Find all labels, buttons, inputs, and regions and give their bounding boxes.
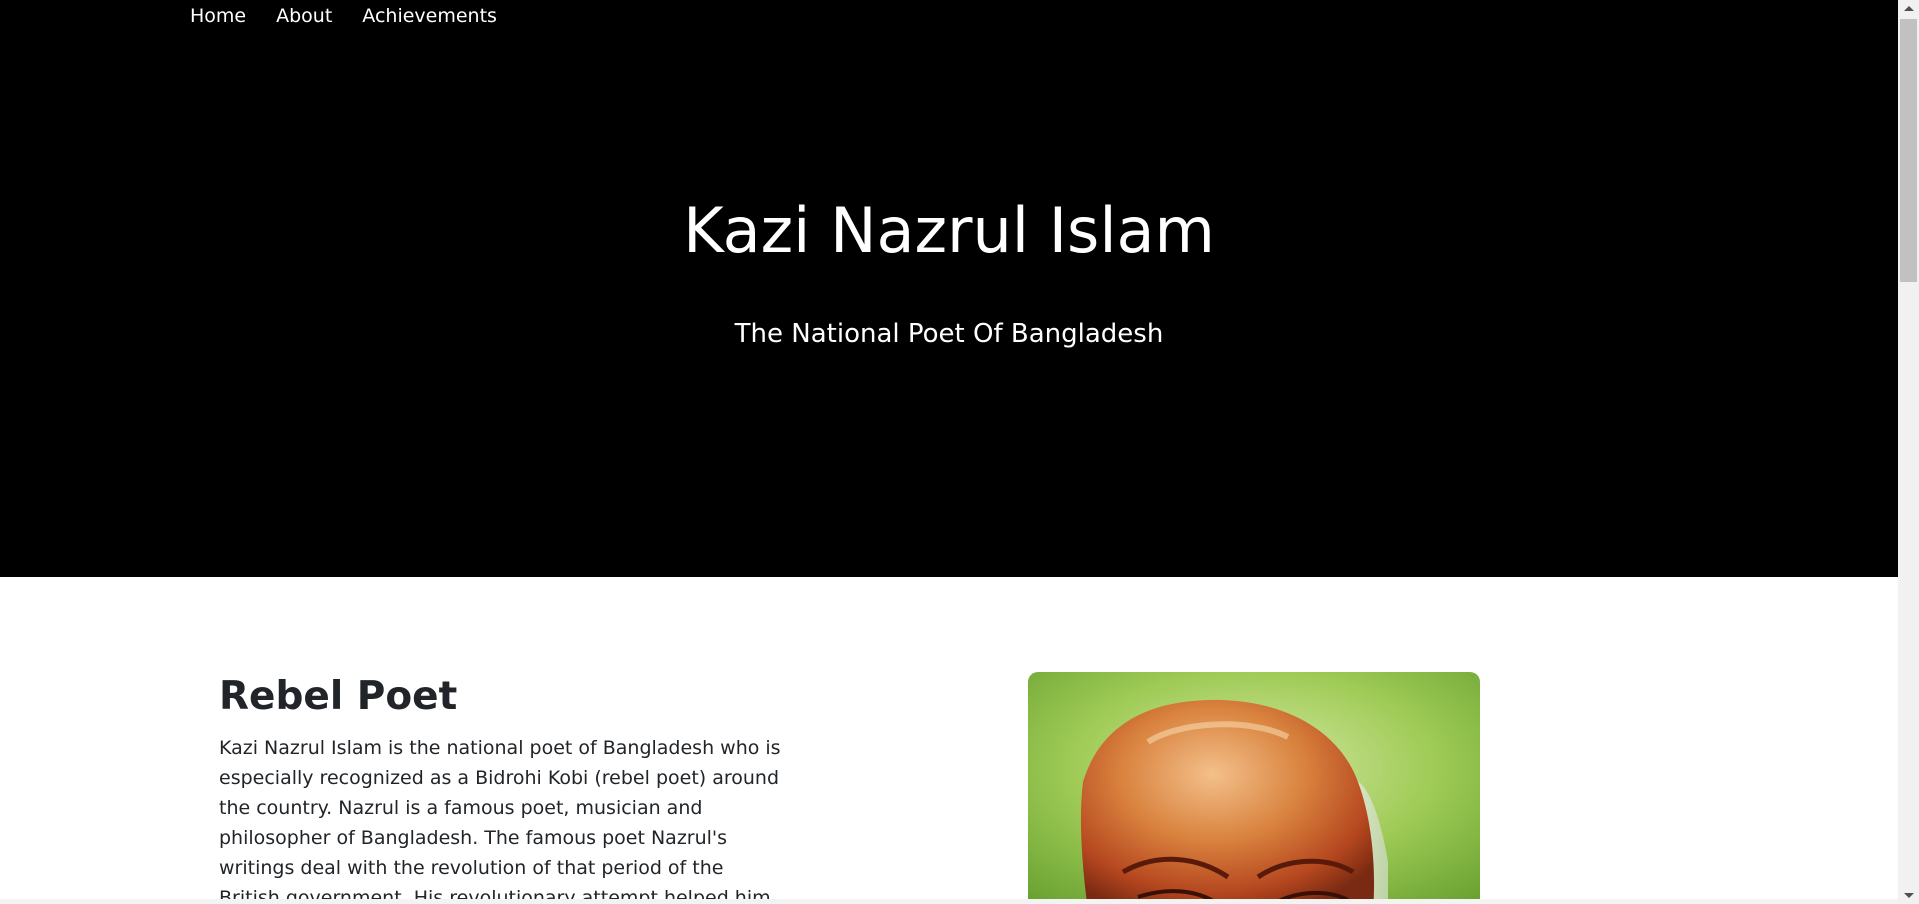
hero-subtitle: The National Poet Of Bangladesh xyxy=(734,319,1164,349)
about-section: Rebel Poet Kazi Nazrul Islam is the nati… xyxy=(0,577,1898,904)
hero-section: Home About Achievements Kazi Nazrul Isla… xyxy=(0,0,1898,577)
scroll-down-arrow-icon[interactable] xyxy=(1898,887,1919,904)
scroll-up-arrow-icon[interactable] xyxy=(1898,0,1919,17)
bottom-edge-strip xyxy=(0,899,1898,904)
hero-title: Kazi Nazrul Islam xyxy=(683,194,1215,267)
nav-achievements-link[interactable]: Achievements xyxy=(362,3,497,29)
scrollbar-thumb[interactable] xyxy=(1900,19,1917,282)
nav-home-link[interactable]: Home xyxy=(190,3,246,29)
top-nav: Home About Achievements xyxy=(190,3,497,29)
vertical-scrollbar[interactable] xyxy=(1898,0,1919,904)
about-title: Rebel Poet xyxy=(219,674,458,719)
nav-about-link[interactable]: About xyxy=(276,3,332,29)
poet-portrait-image xyxy=(1028,672,1480,904)
about-text: Kazi Nazrul Islam is the national poet o… xyxy=(219,737,781,904)
